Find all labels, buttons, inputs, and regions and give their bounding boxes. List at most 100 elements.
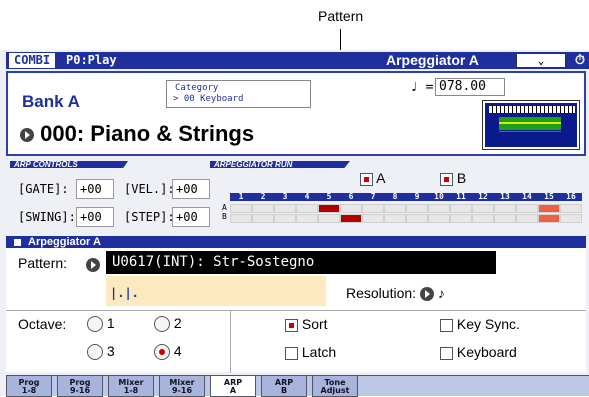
key-sync-checkbox[interactable]: Key Sync. — [440, 316, 520, 332]
arp-a-run-label: A — [376, 170, 386, 186]
sort-label: Sort — [301, 316, 328, 332]
popup-arrow-icon[interactable] — [20, 128, 34, 143]
octave-2-radio[interactable]: 2 — [154, 315, 182, 333]
velocity-field[interactable]: +00 — [172, 179, 210, 199]
step-cell — [516, 214, 538, 223]
chevron-down-icon: ⌄ — [537, 54, 545, 67]
step-cell — [274, 214, 296, 223]
stopwatch-icon[interactable]: ⏱ — [572, 52, 588, 69]
mode-label[interactable]: COMBI — [8, 52, 57, 69]
octave-3-label: 3 — [106, 343, 115, 359]
checkbox-icon — [440, 318, 453, 332]
arp-b-run-checkbox[interactable]: B — [440, 170, 466, 186]
category-selector[interactable]: Category > 00 Keyboard — [166, 80, 311, 108]
pattern-popup-icon[interactable] — [86, 257, 100, 272]
zone-bar — [499, 124, 561, 130]
step-cell — [472, 204, 494, 213]
page-title: Arpeggiator A — [386, 52, 479, 68]
gate-field[interactable]: +00 — [76, 179, 114, 199]
step-cell — [252, 214, 274, 223]
keyboard-thumbnail-icon — [482, 100, 580, 150]
combination-name[interactable]: 000: Piano & Strings — [20, 121, 254, 147]
checkbox-icon — [285, 318, 298, 332]
gate-label: [GATE]: — [18, 182, 69, 196]
step-cell — [428, 214, 450, 223]
swing-label: [SWING]: — [18, 210, 76, 224]
step-cell — [340, 204, 362, 213]
step-cell — [472, 214, 494, 223]
step-number: 15 — [544, 192, 554, 201]
resolution-label: Resolution: — [346, 285, 417, 301]
step-number: 6 — [348, 192, 354, 201]
step-cell — [296, 204, 318, 213]
divider — [230, 311, 231, 373]
pattern-graph-icon: |.|. — [110, 286, 139, 300]
step-cell — [560, 204, 582, 213]
sort-checkbox[interactable]: Sort — [285, 316, 328, 332]
step-number: 1 — [238, 192, 244, 201]
step-cell — [406, 204, 428, 213]
radio-icon — [154, 316, 170, 333]
tab-tone-adjust[interactable]: Tone Adjust — [312, 376, 358, 397]
step-cell — [296, 214, 318, 223]
step-cell — [406, 214, 428, 223]
latch-label: Latch — [301, 344, 337, 360]
tab-prog-9-16[interactable]: Prog 9-16 — [57, 376, 103, 397]
step-field[interactable]: +00 — [172, 207, 210, 227]
step-cell — [494, 214, 516, 223]
octave-4-label: 4 — [173, 343, 182, 359]
checkbox-icon — [440, 346, 453, 360]
arpeggiator-a-header: Arpeggiator A — [6, 236, 586, 248]
arp-a-run-checkbox[interactable]: A — [360, 170, 385, 186]
step-cell — [340, 214, 362, 223]
bank-name: Bank A — [22, 92, 80, 111]
step-cell — [274, 204, 296, 213]
step-cell — [318, 214, 340, 223]
step-cell — [516, 204, 538, 213]
tab-arp-a[interactable]: ARP A — [210, 376, 256, 397]
radio-icon — [87, 316, 103, 333]
step-cell — [252, 204, 274, 213]
tab-mixer-9-16[interactable]: Mixer 9-16 — [159, 376, 205, 397]
tab-prog-1-8[interactable]: Prog 1-8 — [6, 376, 52, 397]
octave-3-radio[interactable]: 3 — [87, 343, 115, 361]
step-cell — [362, 214, 384, 223]
arp-a-step-row — [230, 204, 582, 213]
step-number: 5 — [326, 192, 332, 201]
step-cell — [384, 204, 406, 213]
row-a-label: A — [222, 203, 227, 212]
step-number: 9 — [414, 192, 420, 201]
swing-field[interactable]: +00 — [76, 207, 114, 227]
resolution-popup-icon[interactable] — [419, 287, 434, 302]
checkbox-icon — [285, 346, 298, 360]
key-sync-label: Key Sync. — [456, 316, 520, 332]
top-bar: COMBI P0:Play Arpeggiator A ⌄ ⏱ — [6, 52, 589, 69]
keyboard-checkbox[interactable]: Keyboard — [440, 344, 517, 360]
page-menu-button[interactable]: ⌄ — [516, 53, 566, 68]
category-title: Category — [175, 83, 219, 93]
octave-label: Octave: — [18, 316, 67, 332]
step-number: 16 — [566, 192, 576, 201]
latch-checkbox[interactable]: Latch — [285, 344, 336, 360]
octave-1-radio[interactable]: 1 — [87, 315, 115, 333]
resolution-value[interactable]: ♪ — [438, 285, 445, 301]
step-cell — [450, 204, 472, 213]
pattern-label: Pattern: — [18, 255, 67, 271]
octave-4-radio[interactable]: 4 — [154, 343, 182, 361]
checkbox-icon — [440, 172, 453, 186]
tempo-field[interactable]: 078.00 — [435, 78, 505, 96]
step-number: 13 — [500, 192, 510, 201]
resolution-row: Resolution: ♪ — [346, 285, 445, 302]
row-b-label: B — [222, 212, 227, 221]
arp-b-run-label: B — [456, 170, 467, 186]
radio-icon — [87, 344, 103, 361]
checkbox-icon — [360, 172, 373, 186]
pattern-field[interactable]: U0617(INT): Str-Sostegno — [106, 251, 496, 274]
arp-run-header: ARPEGGIATOR RUN — [210, 161, 350, 168]
velocity-label: [VEL.]: — [124, 182, 175, 196]
tab-arp-b[interactable]: ARP B — [261, 376, 307, 397]
tab-mixer-1-8[interactable]: Mixer 1-8 — [108, 376, 154, 397]
step-number: 14 — [522, 192, 532, 201]
combination-title: : Piano & Strings — [76, 121, 255, 146]
step-number: 4 — [304, 192, 310, 201]
